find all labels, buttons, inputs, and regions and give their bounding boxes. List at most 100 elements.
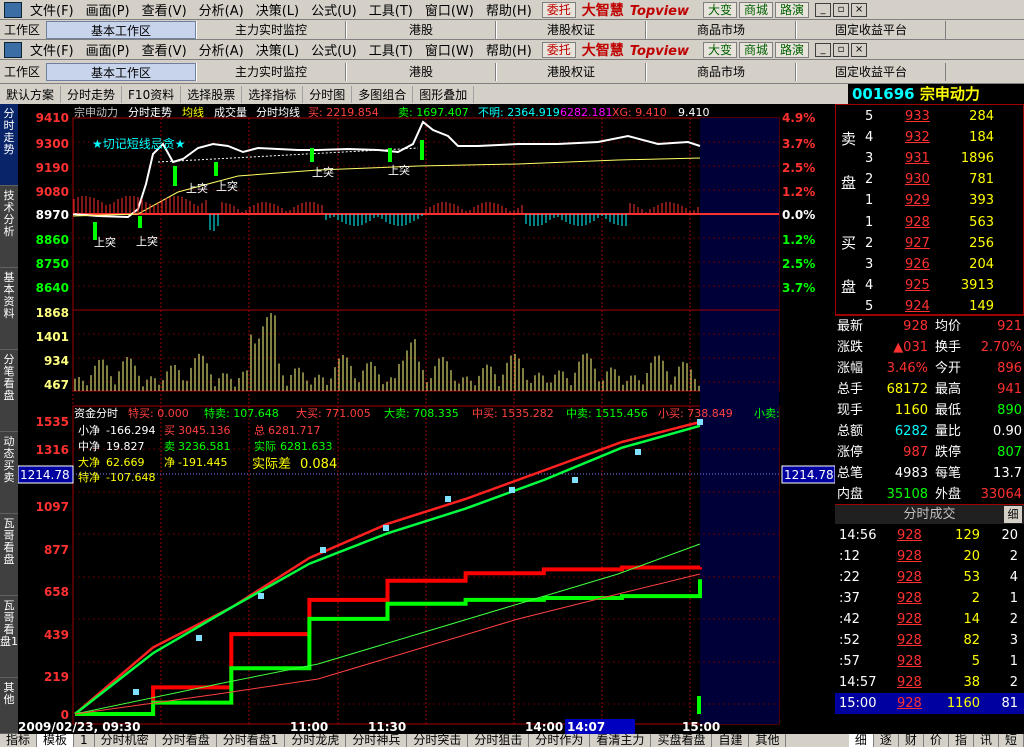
legend-actual-diff-value: 0.084 bbox=[300, 457, 337, 472]
timeframe-dropdown[interactable]: 分时图 bbox=[303, 85, 353, 103]
menu-view-screen[interactable]: 画面(P) bbox=[80, 0, 136, 19]
bottom-tab-secret[interactable]: 分时机密 bbox=[95, 734, 156, 747]
flow-marker bbox=[445, 496, 451, 502]
tick-detail-button[interactable]: 细 bbox=[1004, 506, 1022, 523]
dabian-button[interactable]: 大变 bbox=[702, 1, 737, 18]
menu-help-2[interactable]: 帮助(H) bbox=[480, 40, 538, 59]
menu-view-screen-2[interactable]: 画面(P) bbox=[80, 40, 136, 59]
bottom-tab-buy-view[interactable]: 买盘看盘 bbox=[651, 734, 713, 747]
tab-commodity[interactable]: 商品市场 bbox=[646, 20, 796, 39]
nav-other[interactable]: 其他 bbox=[0, 678, 18, 734]
tick-row[interactable]: 15:00 928 1160 81 bbox=[835, 693, 1024, 714]
bottom-tab-main-force[interactable]: 看清主力 bbox=[590, 734, 652, 747]
tick-row[interactable]: :42 928 14 2 bbox=[835, 609, 1024, 630]
select-stock-button[interactable]: 选择股票 bbox=[181, 85, 243, 103]
menu-decision-2[interactable]: 决策(L) bbox=[250, 40, 305, 59]
menu-file[interactable]: 文件(F) bbox=[24, 0, 80, 19]
menu-decision[interactable]: 决策(L) bbox=[250, 0, 305, 19]
nav-fundamental[interactable]: 基本资料 bbox=[0, 268, 18, 350]
stat-row: 最新 928 均价 921 bbox=[837, 319, 1022, 334]
bottom-tab-soldier[interactable]: 分时神兵 bbox=[346, 734, 408, 747]
menu-file-2[interactable]: 文件(F) bbox=[24, 40, 80, 59]
roadshow-button[interactable]: 路演 bbox=[775, 1, 810, 18]
tab-main-monitor[interactable]: 主力实时监控 bbox=[196, 20, 346, 39]
dabian-button-2[interactable]: 大变 bbox=[702, 41, 737, 58]
multi-chart-dropdown[interactable]: 多图组合 bbox=[352, 85, 414, 103]
scheme-dropdown[interactable]: 默认方案 bbox=[0, 85, 62, 103]
menu-tools-2[interactable]: 工具(T) bbox=[363, 40, 419, 59]
minimize-icon[interactable]: _ bbox=[815, 2, 832, 17]
stat-row: 内盘 35108 外盘 33064 bbox=[837, 487, 1022, 502]
bottom-tab-action[interactable]: 分时作为 bbox=[529, 734, 591, 747]
nav-wage-view[interactable]: 瓦哥看盘 bbox=[0, 514, 18, 596]
nav-wage-view-1[interactable]: 瓦哥看盘1 bbox=[0, 596, 18, 678]
nav-tick-view[interactable]: 分笔看盘 bbox=[0, 350, 18, 432]
menu-formula[interactable]: 公式(U) bbox=[305, 0, 363, 19]
bottom-right-price[interactable]: 价 bbox=[924, 734, 949, 747]
menu-window-2[interactable]: 窗口(W) bbox=[419, 40, 480, 59]
menu-analysis-2[interactable]: 分析(A) bbox=[193, 40, 250, 59]
select-indicator-button[interactable]: 选择指标 bbox=[242, 85, 304, 103]
overlay-dropdown[interactable]: 图形叠加 bbox=[413, 85, 475, 103]
menu-formula-2[interactable]: 公式(U) bbox=[305, 40, 363, 59]
bottom-tab-template[interactable]: 模板 bbox=[37, 734, 75, 747]
menu-window[interactable]: 窗口(W) bbox=[419, 0, 480, 19]
tick-row[interactable]: 14:56 928 129 20 bbox=[835, 525, 1024, 546]
tab-hk-warrants-2[interactable]: 港股权证 bbox=[496, 62, 646, 81]
menu-view-2[interactable]: 查看(V) bbox=[136, 40, 193, 59]
menu-view[interactable]: 查看(V) bbox=[136, 0, 193, 19]
bottom-right-each[interactable]: 逐 bbox=[874, 734, 899, 747]
upper-y-right-1: 4.9% bbox=[782, 111, 815, 125]
bottom-tab-1[interactable]: 1 bbox=[74, 734, 95, 747]
intraday-dropdown[interactable]: 分时走势 bbox=[61, 85, 123, 103]
roadshow-button-2[interactable]: 路演 bbox=[775, 41, 810, 58]
bottom-tab-view[interactable]: 分时看盘 bbox=[156, 734, 217, 747]
f10-button[interactable]: F10资料 bbox=[122, 85, 182, 103]
bottom-right-finance[interactable]: 财 bbox=[899, 734, 924, 747]
upper-y-left-2: 9300 bbox=[36, 137, 69, 151]
tab-hk-stocks[interactable]: 港股 bbox=[346, 20, 496, 39]
bottom-tab-indicator[interactable]: 指标 bbox=[0, 734, 38, 747]
bottom-tab-other[interactable]: 其他 bbox=[749, 734, 787, 747]
close-icon-2[interactable]: × bbox=[851, 42, 868, 57]
tab-fixed-income[interactable]: 固定收益平台 bbox=[796, 20, 946, 39]
tab-commodity-2[interactable]: 商品市场 bbox=[646, 62, 796, 81]
tick-row[interactable]: :52 928 82 3 bbox=[835, 630, 1024, 651]
mall-button[interactable]: 商城 bbox=[739, 1, 774, 18]
tab-hk-stocks-2[interactable]: 港股 bbox=[346, 62, 496, 81]
bottom-right-index[interactable]: 指 bbox=[949, 734, 974, 747]
legend-big-net-value: 62.669 bbox=[106, 456, 145, 469]
minimize-icon-2[interactable]: _ bbox=[815, 42, 832, 57]
bottom-tab-assault[interactable]: 分时突击 bbox=[407, 734, 469, 747]
restore-icon[interactable]: ▫ bbox=[833, 2, 850, 17]
bottom-right-news[interactable]: 讯 bbox=[974, 734, 999, 747]
entrust-button-2[interactable]: 委托 bbox=[541, 41, 576, 58]
tick-row[interactable]: 14:57 928 38 2 bbox=[835, 672, 1024, 693]
close-icon[interactable]: × bbox=[851, 2, 868, 17]
menu-tools[interactable]: 工具(T) bbox=[363, 0, 419, 19]
bottom-tab-custom[interactable]: 自建 bbox=[712, 734, 750, 747]
mall-button-2[interactable]: 商城 bbox=[739, 41, 774, 58]
stat-row: 总额 6282 量比 0.90 bbox=[837, 424, 1022, 439]
bottom-tab-sniper[interactable]: 分时狙击 bbox=[468, 734, 530, 747]
bottom-right-short[interactable]: 短 bbox=[999, 734, 1024, 747]
bottom-tab-view-1[interactable]: 分时看盘1 bbox=[217, 734, 286, 747]
entrust-button[interactable]: 委托 bbox=[541, 1, 576, 18]
tick-row[interactable]: :22 928 53 4 bbox=[835, 567, 1024, 588]
tick-row[interactable]: :37 928 2 1 bbox=[835, 588, 1024, 609]
tab-fixed-income-2[interactable]: 固定收益平台 bbox=[796, 62, 946, 81]
restore-icon-2[interactable]: ▫ bbox=[833, 42, 850, 57]
tab-basic-workspace[interactable]: 基本工作区 bbox=[46, 20, 196, 39]
nav-intraday[interactable]: 分时走势 bbox=[0, 104, 18, 186]
bottom-right-detail[interactable]: 细 bbox=[848, 734, 874, 747]
nav-dynamic-trade[interactable]: 动态买卖 bbox=[0, 432, 18, 514]
tab-basic-workspace-2[interactable]: 基本工作区 bbox=[46, 62, 196, 81]
menu-help[interactable]: 帮助(H) bbox=[480, 0, 538, 19]
bottom-tab-dragon[interactable]: 分时龙虎 bbox=[285, 734, 347, 747]
nav-technical[interactable]: 技术分析 bbox=[0, 186, 18, 268]
tick-row[interactable]: :57 928 5 1 bbox=[835, 651, 1024, 672]
tab-hk-warrants[interactable]: 港股权证 bbox=[496, 20, 646, 39]
tab-main-monitor-2[interactable]: 主力实时监控 bbox=[196, 62, 346, 81]
menu-analysis[interactable]: 分析(A) bbox=[193, 0, 250, 19]
tick-row[interactable]: :12 928 20 2 bbox=[835, 546, 1024, 567]
